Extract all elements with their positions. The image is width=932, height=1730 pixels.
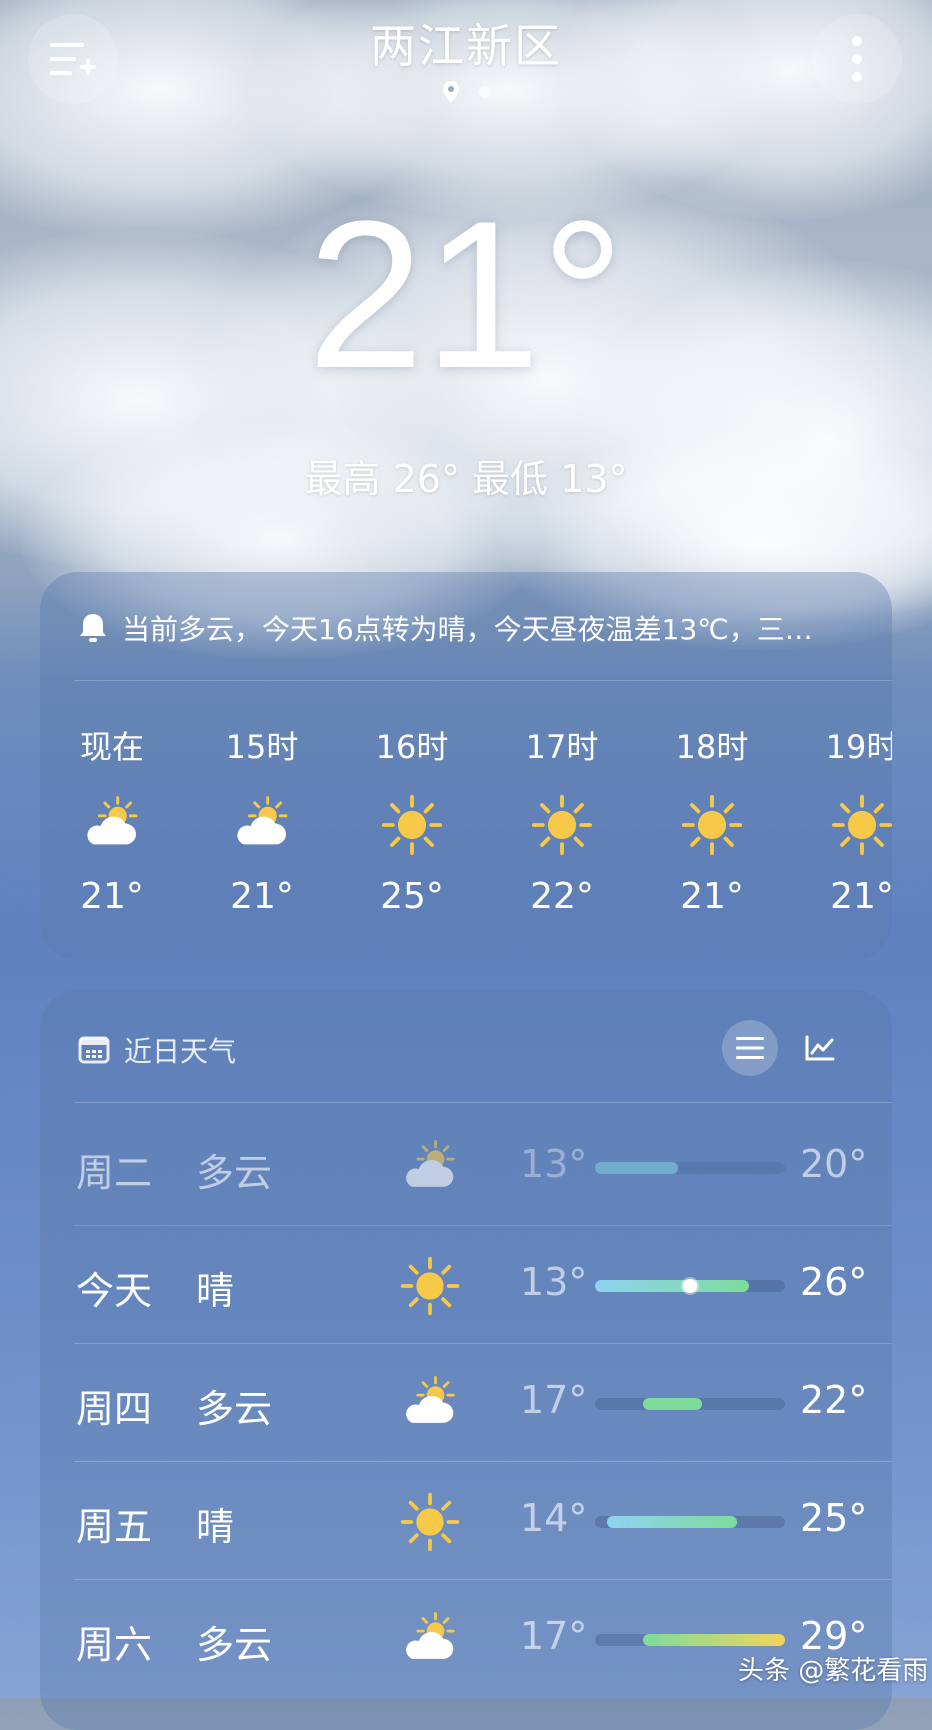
- condition-label: 多云: [196, 1151, 273, 1195]
- alert-text: 当前多云，今天16点转为晴，今天昼夜温差13℃，三…: [122, 613, 813, 646]
- hourly-item: 18时 21°: [637, 712, 787, 917]
- day-label: 周四: [76, 1387, 153, 1431]
- day-label: 今天: [76, 1269, 153, 1313]
- daily-forecast-card: 近日天气 周二 多云 13° 20° 今天 晴 13° 26° 周四 多云 17…: [40, 990, 892, 1730]
- city-name: 两江新区: [370, 19, 562, 73]
- condition-label: 多云: [196, 1387, 273, 1431]
- list-icon: [736, 1037, 764, 1059]
- hourly-forecast-card: 当前多云，今天16点转为晴，今天昼夜温差13℃，三… 现在 21° 15时 21°…: [40, 572, 892, 960]
- hour-temp: 22°: [530, 876, 594, 917]
- day-label: 周二: [76, 1151, 153, 1195]
- more-options-button[interactable]: [812, 14, 902, 104]
- sunny-icon: [390, 1246, 470, 1326]
- temp-range-bar: [595, 1279, 785, 1293]
- low-temp: 13°: [520, 1142, 588, 1186]
- temp-range-fill: [595, 1162, 679, 1174]
- daily-row[interactable]: 周四 多云 17° 22°: [40, 1344, 892, 1462]
- page-indicator: [0, 80, 932, 104]
- partly-cloudy-icon: [40, 780, 187, 870]
- temp-range-bar: [595, 1634, 785, 1646]
- partly-cloudy-icon: [390, 1364, 470, 1444]
- high-temp: 20°: [800, 1142, 868, 1186]
- temp-range-bar: [595, 1398, 785, 1410]
- temp-range-fill: [642, 1634, 785, 1646]
- day-label: 周五: [76, 1505, 153, 1549]
- partly-cloudy-icon: [390, 1600, 470, 1680]
- bell-icon: [80, 614, 106, 642]
- hourly-item: 15时 21°: [187, 712, 337, 917]
- current-temp-marker: [683, 1279, 697, 1293]
- current-temperature: 21°: [307, 177, 625, 412]
- temp-range-fill: [595, 1280, 750, 1292]
- daily-row[interactable]: 今天 晴 13° 26°: [40, 1226, 892, 1344]
- high-temp: 22°: [800, 1378, 868, 1422]
- high-temp: 26°: [800, 1260, 868, 1304]
- hour-temp: 25°: [380, 876, 444, 917]
- condition-label: 多云: [196, 1623, 273, 1667]
- hour-temp: 21°: [230, 876, 294, 917]
- page-dot: [479, 86, 491, 98]
- high-low-temperature: 最高 26° 最低 13°: [304, 457, 628, 501]
- hour-time: 19时: [825, 728, 892, 766]
- temp-range-bar: [595, 1162, 785, 1174]
- partly-cloudy-icon: [187, 780, 337, 870]
- hour-temp: 21°: [80, 876, 144, 917]
- divider: [74, 680, 892, 681]
- divider: [74, 1102, 892, 1103]
- low-temp: 17°: [520, 1614, 588, 1658]
- condition-label: 晴: [196, 1269, 235, 1313]
- hour-time: 15时: [225, 728, 299, 766]
- hourly-item: 19时 21°: [787, 712, 892, 917]
- sunny-icon: [787, 780, 892, 870]
- partly-cloudy-icon: [390, 1128, 470, 1208]
- daily-forecast-title: 近日天气: [124, 1035, 237, 1068]
- hourly-item: 17时 22°: [487, 712, 637, 917]
- list-view-button[interactable]: [722, 1020, 778, 1076]
- location-pin-icon: [443, 81, 459, 103]
- calendar-icon: [78, 1036, 110, 1064]
- low-temp: 13°: [520, 1260, 588, 1304]
- sunny-icon: [390, 1482, 470, 1562]
- daily-row[interactable]: 周五 晴 14° 25°: [40, 1462, 892, 1580]
- temp-range-fill: [606, 1516, 738, 1528]
- line-chart-icon: [805, 1035, 835, 1061]
- high-temp: 25°: [800, 1496, 868, 1540]
- sunny-icon: [637, 780, 787, 870]
- hour-time: 17时: [525, 728, 599, 766]
- chart-view-button[interactable]: [792, 1020, 848, 1076]
- hourly-list[interactable]: 现在 21° 15时 21° 16时 25° 17时 22° 18时 21° 19时 21…: [40, 712, 892, 942]
- daily-row[interactable]: 周二 多云 13° 20°: [40, 1108, 892, 1226]
- low-temp: 14°: [520, 1496, 588, 1540]
- day-label: 周六: [76, 1623, 153, 1667]
- condition-label: 晴: [196, 1505, 235, 1549]
- low-temp: 17°: [520, 1378, 588, 1422]
- sunny-icon: [337, 780, 487, 870]
- hour-time: 16时: [375, 728, 449, 766]
- sunny-icon: [487, 780, 637, 870]
- temp-range-bar: [595, 1516, 785, 1528]
- more-vertical-icon: [852, 36, 862, 82]
- hour-time: 现在: [79, 728, 144, 766]
- hour-temp: 21°: [830, 876, 892, 917]
- temp-range-fill: [642, 1398, 702, 1410]
- hourly-item: 16时 25°: [337, 712, 487, 917]
- weather-alert[interactable]: 当前多云，今天16点转为晴，今天昼夜温差13℃，三…: [78, 608, 862, 648]
- watermark: 头条 @繁花看雨: [738, 1656, 929, 1686]
- hour-time: 18时: [675, 728, 749, 766]
- hourly-item: 现在 21°: [40, 712, 187, 917]
- hour-temp: 21°: [680, 876, 744, 917]
